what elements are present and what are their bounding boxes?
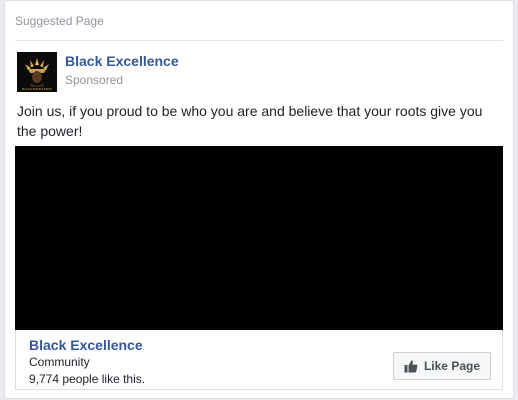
post-header-text: Black Excellence Sponsored [65,52,179,89]
post-media[interactable] [15,146,503,330]
like-page-button[interactable]: Like Page [392,352,491,380]
like-page-label: Like Page [423,359,480,373]
link-title[interactable]: Black Excellence [29,336,143,354]
post-header: BLACK EXCELLENCE Black Excellence Sponso… [5,41,513,100]
page-name-link[interactable]: Black Excellence [65,52,179,70]
suggested-page-label: Suggested Page [15,13,104,28]
link-category: Community [29,355,90,369]
suggested-page-card: Suggested Page BLACK EXCELLENCE Black Ex… [4,0,514,399]
avatar-image [17,52,57,92]
post-text: Join us, if you proud to be who you are … [17,103,483,139]
sponsored-label[interactable]: Sponsored [65,71,179,89]
link-preview[interactable]: Black Excellence Community 9,774 people … [15,330,503,390]
card-header: Suggested Page [15,1,503,41]
page-avatar[interactable]: BLACK EXCELLENCE [17,52,57,92]
avatar-caption: BLACK EXCELLENCE [21,87,52,91]
thumbs-up-icon [404,359,418,373]
link-like-count: 9,774 people like this. [29,372,146,386]
